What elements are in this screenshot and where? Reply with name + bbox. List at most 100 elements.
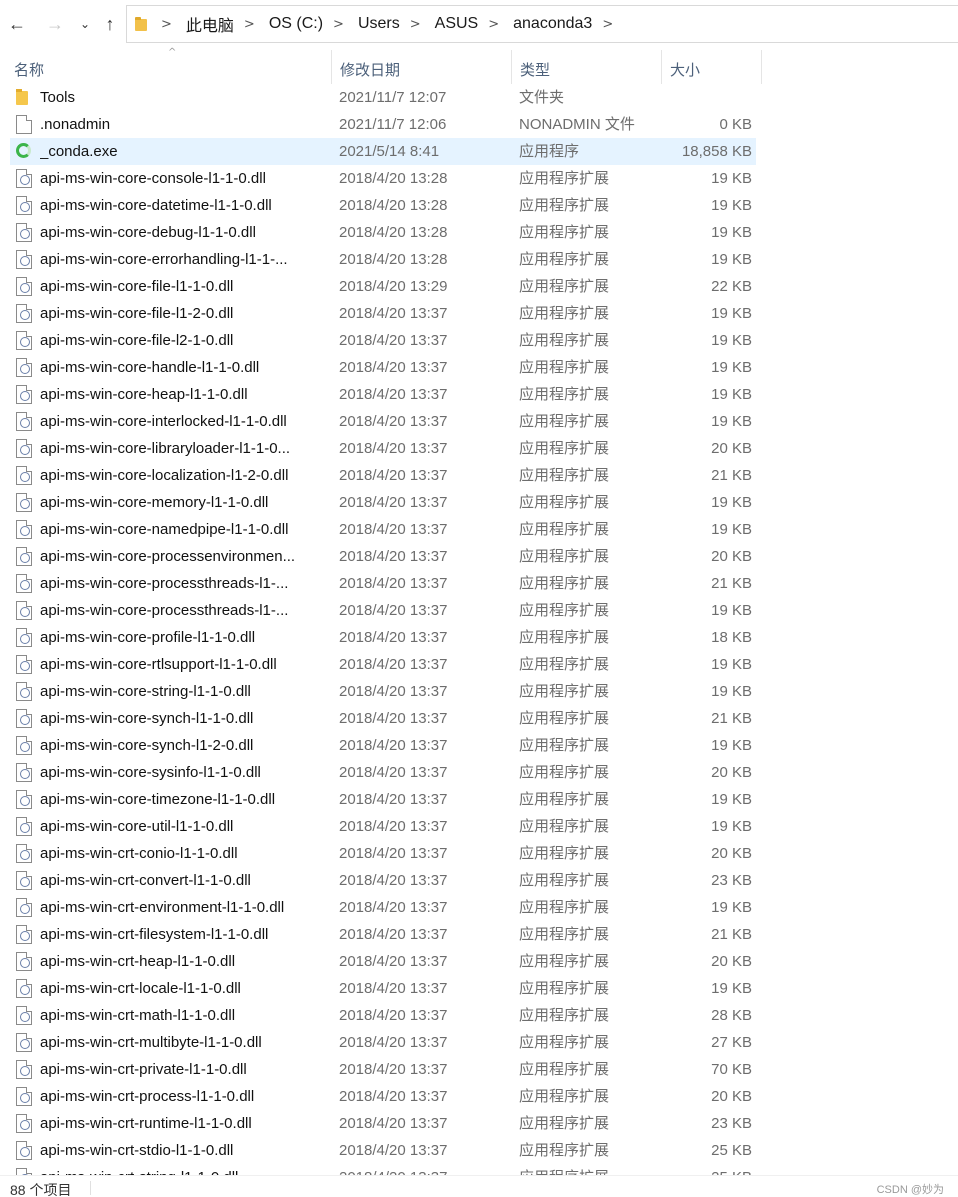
file-name: api-ms-win-core-profile-l1-1-0.dll xyxy=(40,629,256,646)
file-type: 应用程序扩展 xyxy=(519,791,610,808)
file-name: api-ms-win-crt-conio-l1-1-0.dll xyxy=(40,845,238,862)
dll-file-icon xyxy=(16,736,32,755)
dll-file-icon xyxy=(16,844,32,863)
file-row[interactable]: api-ms-win-core-processthreads-l1-... 201… xyxy=(10,597,756,624)
file-name: api-ms-win-crt-stdio-l1-1-0.dll xyxy=(40,1142,234,1159)
file-row[interactable]: _conda.exe 2021/5/14 8:41 应用程序 18,858 KB xyxy=(10,138,756,165)
file-row[interactable]: api-ms-win-crt-heap-l1-1-0.dll 2018/4/20 … xyxy=(10,948,756,975)
file-size: 19 KB xyxy=(711,413,752,430)
column-header-date-label: 修改日期 xyxy=(340,62,401,79)
file-row[interactable]: api-ms-win-core-file-l1-1-0.dll 2018/4/20… xyxy=(10,273,756,300)
file-row[interactable]: api-ms-win-crt-process-l1-1-0.dll 2018/4/… xyxy=(10,1083,756,1110)
file-row[interactable]: api-ms-win-core-errorhandling-l1-1-... 20… xyxy=(10,246,756,273)
file-name: api-ms-win-crt-runtime-l1-1-0.dll xyxy=(40,1115,252,1132)
file-row[interactable]: api-ms-win-core-file-l1-2-0.dll 2018/4/20… xyxy=(10,300,756,327)
file-type: 应用程序扩展 xyxy=(519,224,610,241)
file-row[interactable]: api-ms-win-core-rtlsupport-l1-1-0.dll 201… xyxy=(10,651,756,678)
file-row[interactable]: api-ms-win-core-processenvironmen... 2018… xyxy=(10,543,756,570)
breadcrumb-this-pc[interactable]: 此电脑 xyxy=(186,12,234,36)
file-row[interactable]: api-ms-win-crt-runtime-l1-1-0.dll 2018/4/… xyxy=(10,1110,756,1137)
file-size: 19 KB xyxy=(711,656,752,673)
file-row[interactable]: api-ms-win-core-profile-l1-1-0.dll 2018/4… xyxy=(10,624,756,651)
file-size: 23 KB xyxy=(711,1115,752,1132)
file-name: api-ms-win-crt-private-l1-1-0.dll xyxy=(40,1061,247,1078)
file-row[interactable]: api-ms-win-crt-locale-l1-1-0.dll 2018/4/2… xyxy=(10,975,756,1002)
breadcrumb-asus[interactable]: ASUS xyxy=(435,15,479,33)
file-row[interactable]: api-ms-win-crt-filesystem-l1-1-0.dll 2018… xyxy=(10,921,756,948)
file-row[interactable]: api-ms-win-core-synch-l1-2-0.dll 2018/4/2… xyxy=(10,732,756,759)
file-row[interactable]: api-ms-win-core-debug-l1-1-0.dll 2018/4/2… xyxy=(10,219,756,246)
file-name: api-ms-win-core-synch-l1-2-0.dll xyxy=(40,737,254,754)
file-row[interactable]: api-ms-win-core-heap-l1-1-0.dll 2018/4/20… xyxy=(10,381,756,408)
file-row[interactable]: api-ms-win-core-util-l1-1-0.dll 2018/4/20… xyxy=(10,813,756,840)
chevron-right-icon[interactable]: > xyxy=(161,17,172,32)
file-date: 2018/4/20 13:37 xyxy=(339,791,448,808)
file-row[interactable]: api-ms-win-crt-private-l1-1-0.dll 2018/4/… xyxy=(10,1056,756,1083)
file-size: 21 KB xyxy=(711,467,752,484)
file-row[interactable]: api-ms-win-crt-multibyte-l1-1-0.dll 2018/… xyxy=(10,1029,756,1056)
file-type: 应用程序扩展 xyxy=(519,440,610,457)
breadcrumb-users[interactable]: Users xyxy=(358,15,400,33)
file-row[interactable]: api-ms-win-core-interlocked-l1-1-0.dll 20… xyxy=(10,408,756,435)
file-type: 应用程序扩展 xyxy=(519,710,610,727)
chevron-right-icon[interactable]: > xyxy=(488,17,499,32)
chevron-right-icon[interactable]: > xyxy=(333,17,344,32)
file-name: api-ms-win-core-util-l1-1-0.dll xyxy=(40,818,234,835)
file-row[interactable]: api-ms-win-crt-math-l1-1-0.dll 2018/4/20 … xyxy=(10,1002,756,1029)
file-date: 2018/4/20 13:37 xyxy=(339,737,448,754)
column-header-size[interactable]: 大小 xyxy=(662,50,762,84)
file-name: api-ms-win-core-console-l1-1-0.dll xyxy=(40,170,266,187)
file-row[interactable]: Tools 2021/11/7 12:07 文件夹 xyxy=(10,84,756,111)
file-row[interactable]: api-ms-win-core-timezone-l1-1-0.dll 2018/… xyxy=(10,786,756,813)
file-row[interactable]: api-ms-win-core-namedpipe-l1-1-0.dll 2018… xyxy=(10,516,756,543)
file-name: api-ms-win-crt-multibyte-l1-1-0.dll xyxy=(40,1034,262,1051)
chevron-right-icon[interactable]: > xyxy=(602,17,613,32)
file-row[interactable]: api-ms-win-core-sysinfo-l1-1-0.dll 2018/4… xyxy=(10,759,756,786)
arrow-right-icon[interactable]: → xyxy=(44,12,66,36)
file-row[interactable]: api-ms-win-crt-environment-l1-1-0.dll 201… xyxy=(10,894,756,921)
file-name: api-ms-win-core-file-l1-2-0.dll xyxy=(40,305,234,322)
file-row[interactable]: api-ms-win-core-console-l1-1-0.dll 2018/4… xyxy=(10,165,756,192)
file-size: 20 KB xyxy=(711,440,752,457)
column-header-type-label: 类型 xyxy=(520,62,551,79)
file-size: 19 KB xyxy=(711,737,752,754)
column-header-name-label: 名称 xyxy=(14,62,45,79)
address-bar[interactable]: > 此电脑 > OS (C:) > Users > ASUS > anacond… xyxy=(126,5,958,43)
column-header-name[interactable]: ^ 名称 xyxy=(6,47,332,84)
file-type: 应用程序扩展 xyxy=(519,1034,610,1051)
breadcrumb-anaconda3[interactable]: anaconda3 xyxy=(513,15,592,33)
file-row[interactable]: api-ms-win-core-datetime-l1-1-0.dll 2018/… xyxy=(10,192,756,219)
file-name: api-ms-win-core-memory-l1-1-0.dll xyxy=(40,494,269,511)
file-row[interactable]: api-ms-win-core-localization-l1-2-0.dll 2… xyxy=(10,462,756,489)
arrow-left-icon[interactable]: ← xyxy=(6,12,28,36)
file-type: 应用程序扩展 xyxy=(519,1088,610,1105)
column-header-type[interactable]: 类型 xyxy=(512,50,662,84)
file-row[interactable]: .nonadmin 2021/11/7 12:06 NONADMIN 文件 0 KB xyxy=(10,111,756,138)
file-row[interactable]: api-ms-win-core-string-l1-1-0.dll 2018/4/… xyxy=(10,678,756,705)
file-row[interactable]: api-ms-win-core-handle-l1-1-0.dll 2018/4/… xyxy=(10,354,756,381)
chevron-right-icon[interactable]: > xyxy=(244,17,255,32)
file-row[interactable]: api-ms-win-core-libraryloader-l1-1-0... 2… xyxy=(10,435,756,462)
file-date: 2018/4/20 13:37 xyxy=(339,305,448,322)
file-row[interactable]: api-ms-win-crt-string-l1-1-0.dll 2018/4/2… xyxy=(10,1164,756,1175)
file-row[interactable]: api-ms-win-core-synch-l1-1-0.dll 2018/4/2… xyxy=(10,705,756,732)
file-row[interactable]: api-ms-win-crt-stdio-l1-1-0.dll 2018/4/20… xyxy=(10,1137,756,1164)
file-type: 应用程序扩展 xyxy=(519,737,610,754)
file-row[interactable]: api-ms-win-core-memory-l1-1-0.dll 2018/4/… xyxy=(10,489,756,516)
file-row[interactable]: api-ms-win-crt-convert-l1-1-0.dll 2018/4/… xyxy=(10,867,756,894)
file-row[interactable]: api-ms-win-core-processthreads-l1-... 201… xyxy=(10,570,756,597)
file-row[interactable]: api-ms-win-core-file-l2-1-0.dll 2018/4/20… xyxy=(10,327,756,354)
file-date: 2018/4/20 13:37 xyxy=(339,683,448,700)
dll-file-icon xyxy=(16,655,32,674)
file-date: 2018/4/20 13:37 xyxy=(339,710,448,727)
file-date: 2018/4/20 13:37 xyxy=(339,1061,448,1078)
chevron-right-icon[interactable]: > xyxy=(410,17,421,32)
column-header-date[interactable]: 修改日期 xyxy=(332,50,512,84)
breadcrumb-drive-c[interactable]: OS (C:) xyxy=(269,15,323,33)
file-type: 应用程序扩展 xyxy=(519,899,610,916)
chevron-down-icon[interactable]: ⌄ xyxy=(74,12,96,36)
file-date: 2018/4/20 13:37 xyxy=(339,980,448,997)
file-type: 应用程序 xyxy=(519,143,580,160)
file-row[interactable]: api-ms-win-crt-conio-l1-1-0.dll 2018/4/20… xyxy=(10,840,756,867)
arrow-up-icon[interactable]: ↑ xyxy=(99,12,121,36)
